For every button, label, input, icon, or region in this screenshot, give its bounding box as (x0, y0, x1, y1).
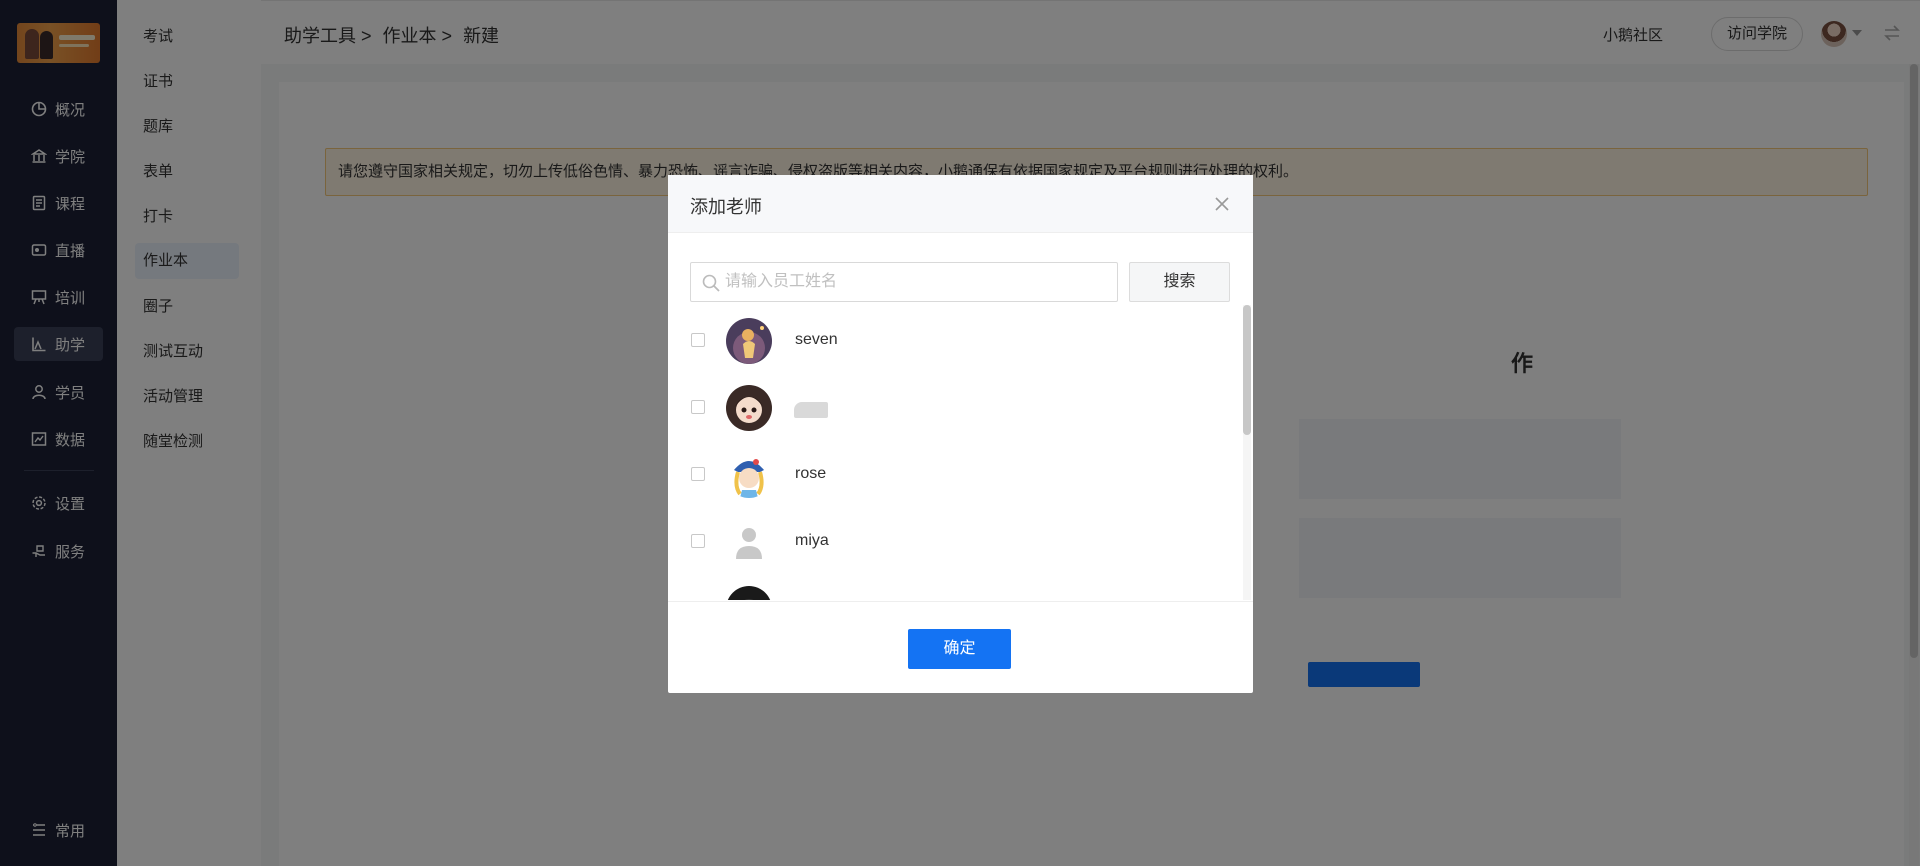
list-item[interactable] (668, 372, 1243, 439)
teacher-checkbox[interactable] (691, 333, 705, 347)
list-scrollbar[interactable] (1243, 305, 1251, 600)
search-button[interactable]: 搜索 (1129, 262, 1230, 302)
teacher-name-redacted (794, 402, 828, 418)
search-input[interactable] (725, 263, 1110, 301)
teacher-checkbox[interactable] (691, 467, 705, 481)
teacher-name: miya (795, 532, 829, 549)
default-avatar-icon (726, 519, 772, 565)
teacher-checkbox[interactable] (691, 534, 705, 548)
list-item[interactable]: seven (668, 305, 1243, 372)
teacher-name: rose (795, 465, 827, 482)
dialog-header: 添加老师 (668, 175, 1253, 233)
dialog-footer-divider (668, 601, 1253, 602)
avatar (726, 586, 772, 600)
dialog-title: 添加老师 (690, 197, 762, 217)
search-icon (702, 274, 720, 292)
teacher-search-field (690, 262, 1118, 302)
teacher-checkbox[interactable] (691, 400, 705, 414)
list-item[interactable]: miya (668, 506, 1243, 573)
confirm-button[interactable]: 确定 (908, 629, 1011, 669)
close-icon[interactable] (1213, 195, 1231, 213)
list-item[interactable] (668, 573, 1243, 600)
add-teacher-dialog: 添加老师 搜索 seven (668, 175, 1253, 693)
avatar (726, 452, 772, 498)
teacher-name: seven (795, 331, 838, 348)
avatar (726, 318, 772, 364)
teacher-list: seven rose miya (668, 305, 1253, 600)
list-item[interactable]: rose (668, 439, 1243, 506)
avatar (726, 385, 772, 431)
